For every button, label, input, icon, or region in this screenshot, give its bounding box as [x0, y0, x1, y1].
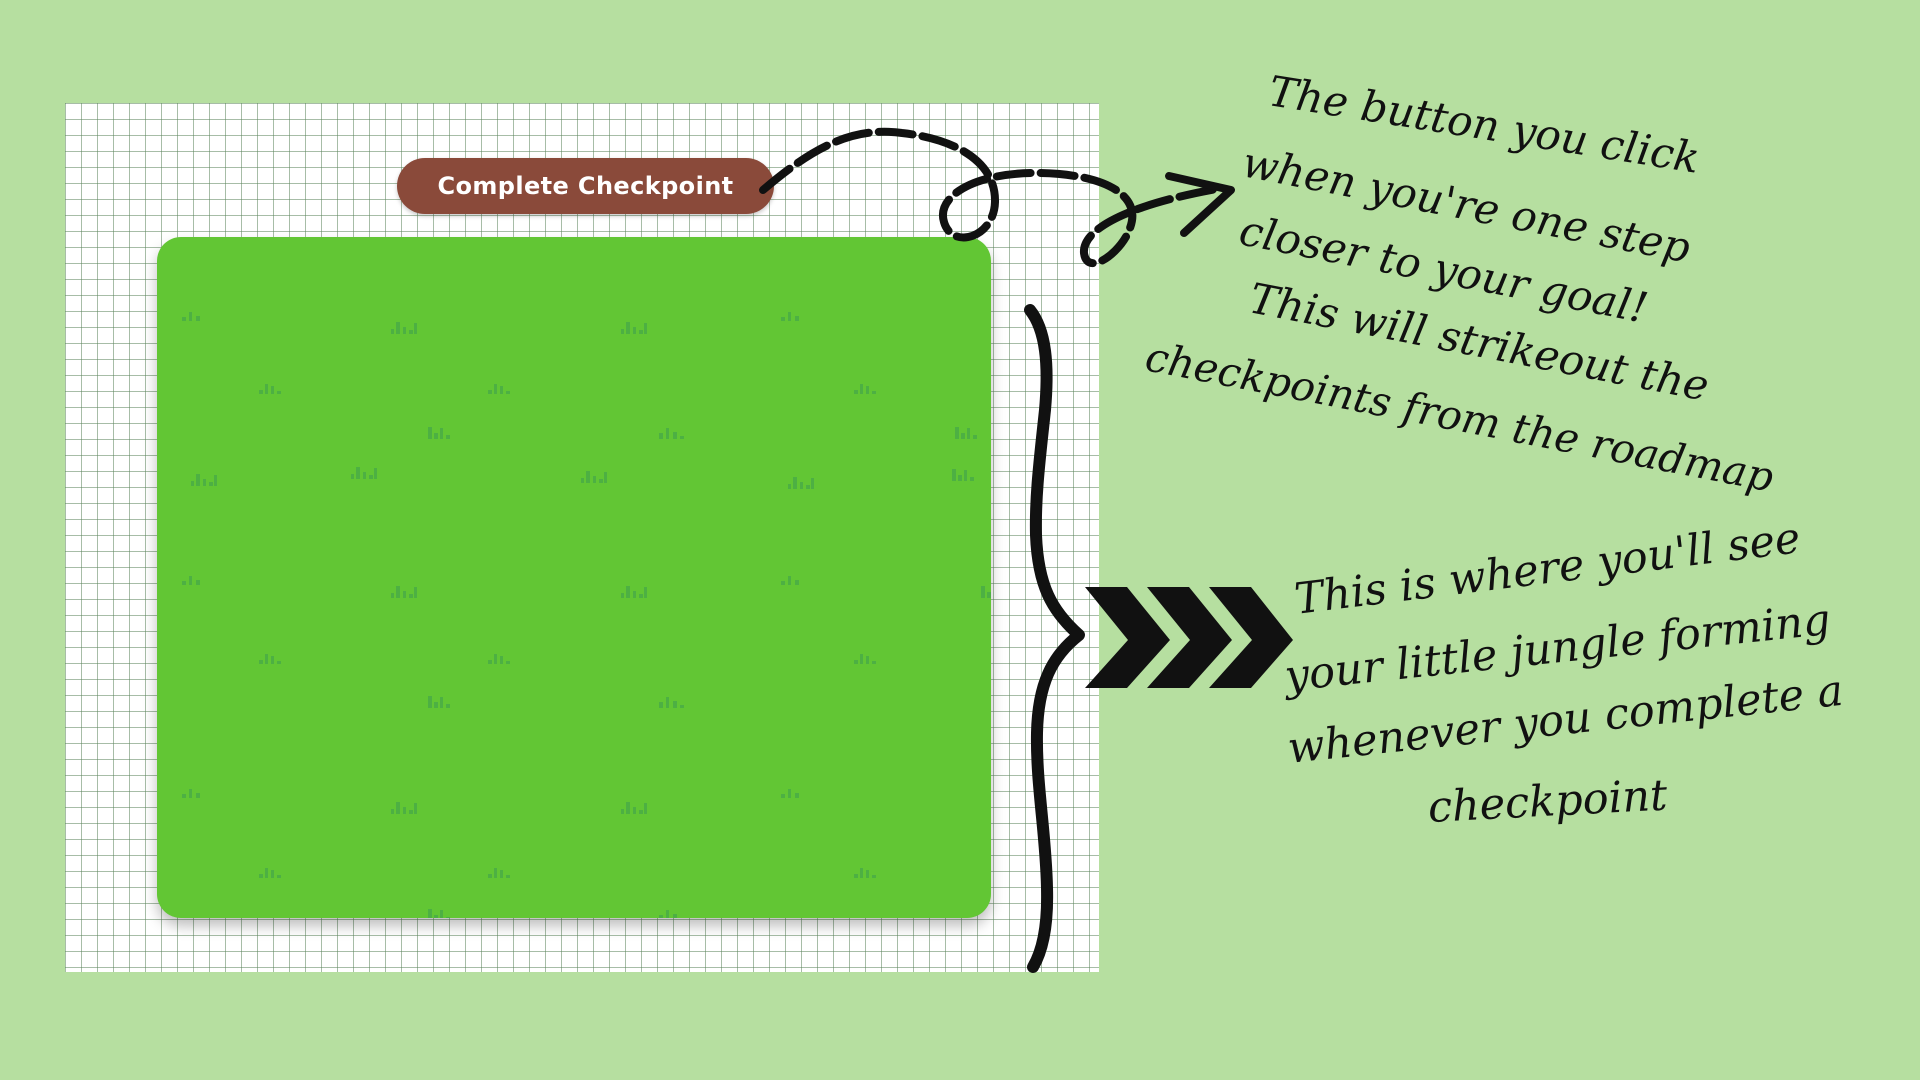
jungle-note-line-4: checkpoint [1426, 770, 1669, 833]
pixel-grass-tuft-icon [488, 384, 510, 394]
pixel-grass-tuft-icon [955, 427, 977, 439]
pixel-grass-tuft-icon [428, 427, 450, 439]
button-note-line-1: The button you click [1265, 66, 1704, 183]
tutorial-stage: Complete Checkpoint The button you click… [0, 0, 1920, 1080]
pixel-grass-tuft-icon [391, 322, 417, 334]
pixel-grass-tuft-icon [781, 312, 799, 321]
button-note-line-2: when you're one step [1238, 137, 1695, 273]
pixel-grass-tuft-icon [781, 576, 799, 585]
jungle-note-line-1: This is where you'll see [1291, 513, 1803, 625]
pixel-grass-tuft-icon [621, 802, 647, 814]
button-note-line-4: This will strikeout the [1245, 273, 1713, 411]
pixel-grass-tuft-icon [952, 469, 974, 481]
pixel-grass-tuft-icon [182, 312, 200, 321]
pixel-grass-tuft-icon [854, 868, 876, 878]
pixel-grass-tuft-icon [581, 471, 607, 483]
jungle-preview-area [157, 237, 991, 918]
button-note-line-3: closer to your goal! [1235, 205, 1652, 333]
pixel-grass-tuft-icon [428, 909, 450, 918]
pixel-grass-tuft-icon [182, 789, 200, 798]
arrowhead-icon [1165, 172, 1235, 237]
pixel-grass-tuft-icon [621, 586, 647, 598]
pixel-grass-tuft-icon [788, 477, 814, 489]
jungle-note-line-2: your little jungle forming [1282, 594, 1833, 702]
grass-pattern-layer [182, 312, 991, 918]
pixel-grass-tuft-icon [659, 697, 684, 708]
jungle-note-line-3: whenever you complete a [1285, 665, 1846, 774]
pixel-grass-tuft-icon [981, 586, 991, 598]
pixel-grass-tuft-icon [182, 576, 200, 585]
pixel-grass-tuft-icon [391, 586, 417, 598]
pixel-grass-tuft-icon [259, 868, 281, 878]
pixel-grass-tuft-icon [659, 428, 684, 439]
pixel-grass-tuft-icon [259, 384, 281, 394]
pixel-grass-tuft-icon [488, 654, 510, 664]
triple-chevron-icon [1085, 587, 1293, 688]
pixel-grass-tuft-icon [621, 322, 647, 334]
pixel-grass-tuft-icon [659, 910, 677, 918]
pixel-grass-tuft-icon [488, 868, 510, 878]
pixel-grass-tuft-icon [351, 467, 377, 479]
pixel-grass-tuft-icon [191, 474, 217, 486]
pixel-grass-tuft-icon [854, 654, 876, 664]
pixel-grass-tuft-icon [854, 384, 876, 394]
pixel-grass-tuft-icon [781, 789, 799, 798]
button-note-line-5: checkpoints from the roadmap [1141, 332, 1778, 502]
pixel-grass-tuft-icon [259, 654, 281, 664]
pixel-grass-tuft-icon [428, 696, 450, 708]
pixel-grass-tuft-icon [391, 802, 417, 814]
complete-checkpoint-button[interactable]: Complete Checkpoint [397, 158, 774, 214]
